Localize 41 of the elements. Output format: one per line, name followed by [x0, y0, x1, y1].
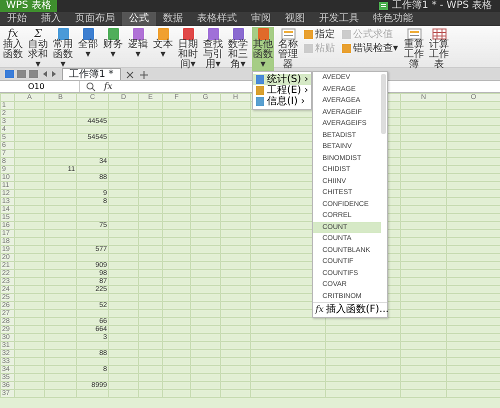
insert-function-item[interactable]: fx 插入函数(F)...	[313, 302, 388, 317]
ribbon-button[interactable]: 逻辑▾	[127, 27, 149, 61]
menu-tab[interactable]: 开发工具	[312, 12, 366, 26]
menu-item[interactable]: 统计(S) ›	[253, 74, 312, 85]
window-title: 工作簿1 * - WPS 表格	[392, 0, 492, 12]
menu-tab[interactable]: 公式	[122, 12, 156, 26]
ribbon-button[interactable]: 全部▾	[77, 27, 99, 61]
function-icon: Σ	[34, 28, 42, 40]
scrollbar[interactable]	[381, 74, 386, 134]
ribbon-button[interactable]: 查找与引用▾	[202, 27, 224, 71]
table-icon	[432, 28, 447, 40]
function-icon: fx	[104, 80, 112, 92]
ribbon-button[interactable]: Σ 自动求和▾	[27, 27, 49, 71]
ribbon-button[interactable]: 数学和三角▾	[227, 27, 249, 71]
search-icon	[86, 82, 96, 92]
menu-tab[interactable]: 数据	[156, 12, 190, 26]
menu-tab[interactable]: 页面布局	[68, 12, 122, 26]
menu-item[interactable]: 工程(E) ›	[253, 85, 312, 96]
menu-tab[interactable]: 开始	[0, 12, 34, 26]
document-tab[interactable]: 工作簿1 *	[62, 68, 121, 80]
menu-tab[interactable]: 特色功能	[366, 12, 420, 26]
menu-tab[interactable]: 视图	[278, 12, 312, 26]
ribbon-button[interactable]: 其他函数▾	[252, 27, 274, 71]
menu-tab[interactable]: 表格样式	[190, 12, 244, 26]
app-menu-button[interactable]: WPS 表格	[0, 0, 58, 12]
ribbon-button[interactable]: 财务▾	[102, 27, 124, 61]
ribbon-button[interactable]: 错误检查▾	[340, 43, 400, 54]
ribbon-button[interactable]: 指定	[302, 29, 337, 40]
function-icon: fx	[8, 28, 18, 40]
menu-tab[interactable]: 审阅	[244, 12, 278, 26]
ribbon-button[interactable]: 日期和时间▾	[177, 27, 199, 71]
menu-item[interactable]: 信息(I) ›	[253, 96, 312, 107]
ribbon-button[interactable]: fx 插入函数	[2, 27, 24, 61]
ribbon-button[interactable]: 文本▾	[152, 27, 174, 61]
quick-access-toolbar-drawing	[4, 68, 58, 80]
spreadsheet-icon	[379, 1, 388, 11]
close-icon	[124, 70, 135, 80]
document-icon	[406, 28, 422, 40]
document-icon	[280, 28, 296, 40]
add-icon	[138, 70, 149, 80]
menu-tab[interactable]: 插入	[34, 12, 68, 26]
